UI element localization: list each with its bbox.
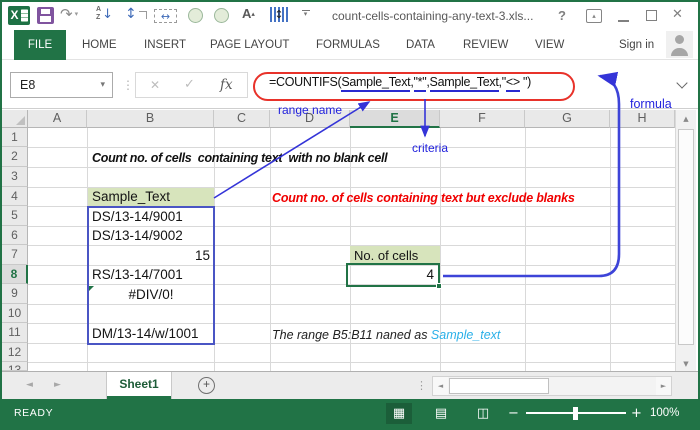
row-header-12[interactable]: 12: [2, 343, 28, 362]
sort-az-icon[interactable]: AZ ↓: [96, 6, 113, 22]
scroll-up-icon[interactable]: ▲: [676, 110, 696, 127]
row-header-3[interactable]: 3: [2, 167, 28, 187]
formula-bar-expand-icon[interactable]: [676, 77, 688, 89]
row-header-2[interactable]: 2: [2, 147, 28, 167]
col-header-A[interactable]: A: [28, 110, 87, 128]
row-header-10[interactable]: 10: [2, 304, 28, 323]
oval-shape-icon-2[interactable]: [214, 8, 229, 23]
oval-shape-icon[interactable]: [188, 8, 203, 23]
next-sheet-icon[interactable]: ►: [54, 380, 61, 390]
col-header-C[interactable]: C: [214, 110, 270, 128]
help-button[interactable]: ?: [558, 8, 566, 23]
row-header-11[interactable]: 11: [2, 323, 28, 343]
formula-buttons: ✕ ✓ fx: [135, 72, 248, 98]
row-header-6[interactable]: 6: [2, 226, 28, 245]
col-header-G[interactable]: G: [525, 110, 610, 128]
select-all-button[interactable]: [2, 110, 28, 128]
tab-bar-separator: ⋮: [416, 379, 427, 392]
column-width-icon[interactable]: ↔: [154, 9, 177, 23]
tab-home[interactable]: HOME: [82, 30, 117, 60]
row-header-7[interactable]: 7: [2, 245, 28, 265]
page-layout-view-icon[interactable]: ▤: [428, 403, 454, 424]
cell-E8-value: 4: [426, 267, 434, 282]
status-mode: READY: [14, 407, 54, 419]
row-header-13[interactable]: 13: [2, 362, 28, 371]
status-bar: READY ▦ ▤ ◫ − + 100%: [2, 399, 698, 428]
excel-logo-icon: X: [8, 6, 30, 25]
excel-window: X ↷ ▾ AZ ↓ ↕ ↔ A ▴ ↕ ▾ count-cells-contain…: [0, 0, 700, 430]
close-button[interactable]: ✕: [672, 7, 683, 22]
column-lines-icon[interactable]: ↕: [270, 7, 288, 22]
qat-dropdown-icon[interactable]: ▾: [300, 10, 311, 18]
user-avatar-icon[interactable]: [666, 31, 693, 58]
title-bar: X ↷ ▾ AZ ↓ ↕ ↔ A ▴ ↕ ▾ count-cells-contain…: [2, 2, 698, 30]
vertical-scrollbar-thumb[interactable]: [678, 129, 694, 345]
sign-in-button[interactable]: Sign in: [619, 30, 654, 60]
ribbon-options-icon[interactable]: ▴: [586, 9, 602, 23]
cancel-icon[interactable]: ✕: [150, 73, 160, 97]
range-name-link[interactable]: Sample_text: [431, 328, 500, 342]
name-box[interactable]: E8 ▾: [10, 72, 113, 98]
normal-view-icon[interactable]: ▦: [386, 403, 412, 424]
tab-insert[interactable]: INSERT: [144, 30, 186, 60]
scroll-right-icon[interactable]: ►: [656, 377, 671, 395]
ribbon-tab-bar: FILE HOME INSERT PAGE LAYOUT FORMULAS DA…: [2, 30, 698, 60]
cell-B2[interactable]: Count no. of cells containing text with …: [92, 150, 388, 167]
name-box-dropdown-icon[interactable]: ▾: [100, 73, 105, 97]
row-header-4[interactable]: 4: [2, 187, 28, 206]
name-box-value: E8: [20, 78, 36, 92]
formula-highlight-oval: [253, 72, 575, 101]
annotation-formula: formula: [630, 97, 672, 111]
col-header-E[interactable]: E: [350, 110, 440, 128]
document-title: count-cells-containing-any-text-3.xls...: [332, 9, 534, 23]
maximize-button[interactable]: [646, 10, 657, 21]
select-all-triangle-icon: [16, 116, 25, 125]
zoom-slider-thumb[interactable]: [573, 407, 578, 420]
save-icon[interactable]: [37, 7, 54, 24]
new-sheet-button[interactable]: +: [198, 377, 215, 394]
scroll-left-icon[interactable]: ◄: [433, 377, 448, 395]
page-break-view-icon[interactable]: ◫: [470, 403, 496, 424]
row-header-8[interactable]: 8: [2, 265, 28, 284]
row-height-icon[interactable]: ↕: [125, 6, 147, 22]
row-header-5[interactable]: 5: [2, 206, 28, 226]
col-header-H[interactable]: H: [610, 110, 675, 128]
row-header-9[interactable]: 9: [2, 284, 28, 304]
tab-data[interactable]: DATA: [406, 30, 435, 60]
formula-bar-separator: ⋮: [122, 78, 134, 92]
vertical-scrollbar[interactable]: ▲ ▼: [675, 110, 696, 373]
increase-font-icon[interactable]: A ▴: [242, 6, 255, 21]
horizontal-scrollbar[interactable]: ◄ ►: [432, 376, 672, 396]
tab-file[interactable]: FILE: [14, 30, 66, 60]
prev-sheet-icon[interactable]: ◄: [26, 380, 33, 390]
sheet-tab-bar: ◄ ► Sheet1 + ⋮ ◄ ►: [2, 371, 698, 399]
zoom-in-button[interactable]: +: [631, 399, 642, 428]
tab-formulas[interactable]: FORMULAS: [316, 30, 380, 60]
cell-D11-note[interactable]: The range B5:B11 naned as Sample_text: [272, 326, 500, 344]
col-header-B[interactable]: B: [87, 110, 214, 128]
horizontal-scrollbar-thumb[interactable]: [449, 378, 549, 394]
col-header-F[interactable]: F: [440, 110, 525, 128]
enter-icon[interactable]: ✓: [184, 73, 195, 97]
cell-B4[interactable]: Sample_Text: [88, 188, 214, 206]
tab-review[interactable]: REVIEW: [463, 30, 508, 60]
redo-icon[interactable]: ↷ ▾: [60, 5, 78, 23]
error-indicator-icon: [89, 286, 94, 291]
sheet-tab-sheet1[interactable]: Sheet1: [106, 372, 172, 399]
insert-function-icon[interactable]: fx: [220, 73, 233, 97]
fill-handle[interactable]: [436, 283, 442, 289]
active-cell-E8[interactable]: 4: [346, 263, 442, 289]
cell-D4-note[interactable]: Count no. of cells containing text but e…: [272, 189, 575, 207]
tab-view[interactable]: VIEW: [535, 30, 564, 60]
annotation-range-name: range name: [278, 103, 343, 117]
row-header-1[interactable]: 1: [2, 128, 28, 147]
named-range-outline: [87, 206, 215, 345]
scroll-down-icon[interactable]: ▼: [676, 355, 696, 372]
zoom-level[interactable]: 100%: [650, 399, 679, 428]
zoom-out-button[interactable]: −: [508, 399, 519, 428]
annotation-criteria: criteria: [412, 141, 449, 155]
tab-page-layout[interactable]: PAGE LAYOUT: [210, 30, 289, 60]
minimize-button[interactable]: [618, 20, 629, 22]
